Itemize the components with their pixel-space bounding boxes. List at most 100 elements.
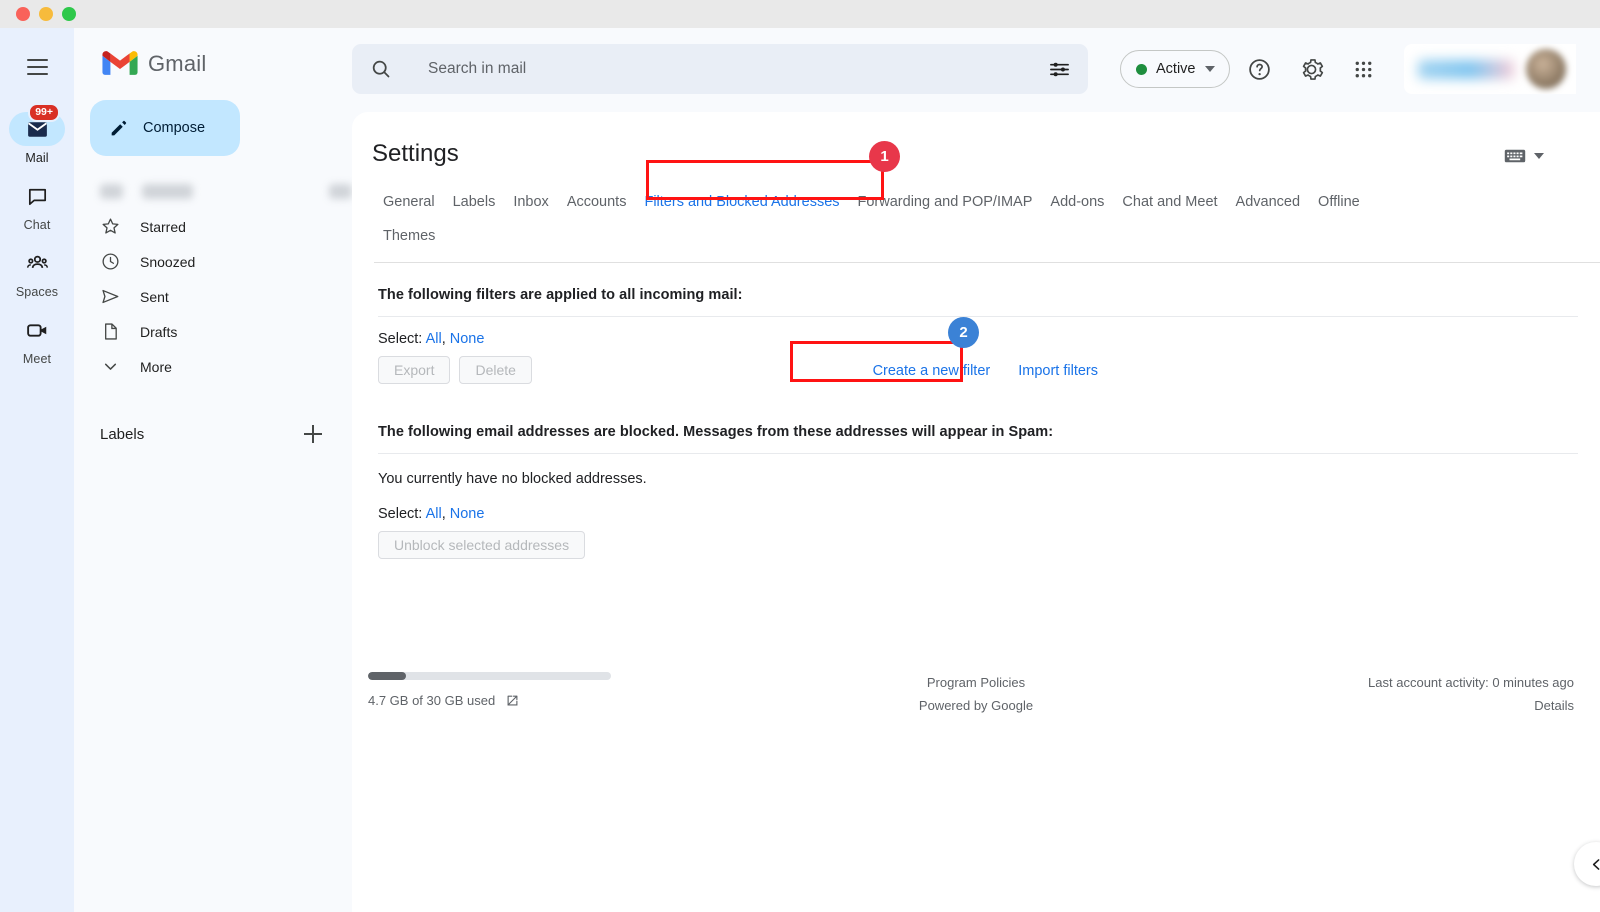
- folder-row-snoozed[interactable]: Snoozed: [74, 244, 338, 279]
- delete-filters-button[interactable]: Delete: [459, 356, 531, 384]
- settings-tabs: General Labels Inbox Accounts Filters an…: [374, 188, 1600, 263]
- gmail-wordmark: Gmail: [148, 51, 206, 77]
- mail-unread-badge: 99+: [28, 103, 60, 122]
- gmail-app: 99+ Mail Chat: [0, 28, 1600, 912]
- rail-label-mail: Mail: [25, 151, 48, 165]
- program-policies-link[interactable]: Program Policies: [927, 675, 1025, 690]
- gmail-brand[interactable]: Gmail: [102, 50, 352, 77]
- create-a-new-filter-link[interactable]: Create a new filter: [859, 363, 1005, 379]
- folder-row-starred[interactable]: Starred: [74, 209, 338, 244]
- search-options-glyph: [1048, 58, 1071, 81]
- rail-item-meet[interactable]: Meet: [5, 313, 69, 366]
- folder-label-snoozed: Snoozed: [140, 254, 195, 270]
- folder-row-drafts[interactable]: Drafts: [74, 314, 338, 349]
- activity-details-link[interactable]: Details: [1368, 698, 1574, 713]
- redacted-icon-block: [100, 184, 123, 199]
- redacted-label-block: [142, 184, 193, 199]
- blocked-button-row: Unblock selected addresses: [378, 531, 1578, 559]
- last-account-activity-text: Last account activity: 0 minutes ago: [1368, 675, 1574, 690]
- filters-button-row: Export Delete Create a new filter Import…: [378, 356, 1578, 384]
- window-maximize-button[interactable]: [62, 7, 76, 21]
- gmail-logo-icon: [102, 50, 138, 77]
- send-icon: [100, 286, 121, 307]
- search-options-icon[interactable]: [1030, 58, 1088, 81]
- folder-label-sent: Sent: [140, 289, 169, 305]
- window-minimize-button[interactable]: [39, 7, 53, 21]
- settings-panel: Settings General Labels Inbox Acco: [352, 112, 1600, 912]
- hamburger-menu-icon[interactable]: [14, 44, 60, 90]
- keyboard-shortcuts-toggle[interactable]: [1504, 148, 1544, 164]
- tab-themes[interactable]: Themes: [374, 222, 1576, 250]
- filters-select-none-link[interactable]: None: [450, 331, 485, 347]
- tab-advanced[interactable]: Advanced: [1227, 188, 1310, 216]
- blocked-select-line: Select: All, None: [378, 506, 1578, 522]
- google-apps-grid-icon[interactable]: [1342, 47, 1386, 91]
- tab-general[interactable]: General: [374, 188, 444, 216]
- labels-header: Labels: [100, 418, 326, 450]
- top-header: Active: [352, 28, 1600, 112]
- blocked-select-label: Select:: [378, 506, 422, 522]
- tab-labels[interactable]: Labels: [444, 188, 505, 216]
- help-glyph: [1247, 57, 1272, 82]
- rail-label-spaces: Spaces: [16, 285, 58, 299]
- blocked-section-heading: The following email addresses are blocke…: [378, 424, 1578, 440]
- search-icon[interactable]: [352, 58, 410, 80]
- chevron-left-icon: [1588, 856, 1600, 873]
- help-icon[interactable]: [1238, 47, 1282, 91]
- meet-icon-wrap: [9, 313, 65, 347]
- filters-select-line: Select: All, None: [378, 331, 1578, 347]
- mail-icon-wrap: 99+: [9, 112, 65, 146]
- keyboard-icon: [1504, 148, 1526, 164]
- chevron-down-icon: [100, 356, 121, 377]
- spaces-icon-wrap: [9, 246, 65, 280]
- tab-offline[interactable]: Offline: [1309, 188, 1369, 216]
- avatar[interactable]: [1526, 49, 1566, 89]
- chevron-down-icon: [1205, 66, 1215, 72]
- compose-label: Compose: [143, 120, 205, 136]
- apps-grid-glyph: [1352, 58, 1375, 81]
- labels-title: Labels: [100, 426, 144, 443]
- folder-label-more: More: [140, 359, 172, 375]
- tab-accounts[interactable]: Accounts: [558, 188, 636, 216]
- plus-icon[interactable]: [300, 421, 326, 447]
- search-input[interactable]: [428, 60, 1030, 78]
- tab-add-ons[interactable]: Add-ons: [1041, 188, 1113, 216]
- status-dot: [1136, 64, 1147, 75]
- window-close-button[interactable]: [16, 7, 30, 21]
- status-label: Active: [1156, 61, 1196, 77]
- folder-label-drafts: Drafts: [140, 324, 177, 340]
- no-blocked-addresses-text: You currently have no blocked addresses.: [378, 471, 1578, 487]
- powered-by-google-text: Powered by Google: [919, 698, 1033, 713]
- tab-forwarding-pop-imap[interactable]: Forwarding and POP/IMAP: [849, 188, 1042, 216]
- import-filters-link[interactable]: Import filters: [1004, 363, 1098, 379]
- tab-inbox[interactable]: Inbox: [504, 188, 557, 216]
- folder-row-sent[interactable]: Sent: [74, 279, 338, 314]
- collapse-panel-button[interactable]: [1574, 842, 1600, 886]
- chat-icon-wrap: [9, 179, 65, 213]
- divider: [378, 453, 1578, 454]
- blocked-select-all-link[interactable]: All: [426, 506, 442, 522]
- footer-account-activity: Last account activity: 0 minutes ago Det…: [1368, 675, 1574, 713]
- star-icon: [100, 216, 121, 237]
- search-bar[interactable]: [352, 44, 1088, 94]
- redacted-count-block: [329, 184, 352, 199]
- folder-row-more[interactable]: More: [74, 349, 338, 384]
- status-pill-active[interactable]: Active: [1120, 50, 1230, 88]
- rail-label-meet: Meet: [23, 352, 51, 366]
- rail-item-chat[interactable]: Chat: [5, 179, 69, 232]
- tab-filters-and-blocked-addresses[interactable]: Filters and Blocked Addresses: [635, 188, 848, 216]
- gear-glyph: [1299, 57, 1324, 82]
- tab-chat-and-meet[interactable]: Chat and Meet: [1113, 188, 1226, 216]
- rail-item-mail[interactable]: 99+ Mail: [5, 112, 69, 165]
- blocked-select-none-link[interactable]: None: [450, 506, 485, 522]
- navigation-rail: 99+ Mail Chat: [0, 28, 74, 912]
- folder-row-inbox-redacted[interactable]: [74, 174, 352, 209]
- compose-button[interactable]: Compose: [90, 100, 240, 156]
- account-avatar-strip[interactable]: [1404, 44, 1576, 94]
- rail-item-spaces[interactable]: Spaces: [5, 246, 69, 299]
- unblock-selected-addresses-button[interactable]: Unblock selected addresses: [378, 531, 585, 559]
- folder-list: Starred Snoozed Sent D: [74, 174, 352, 384]
- filters-select-all-link[interactable]: All: [426, 331, 442, 347]
- export-filters-button[interactable]: Export: [378, 356, 450, 384]
- settings-gear-icon[interactable]: [1290, 47, 1334, 91]
